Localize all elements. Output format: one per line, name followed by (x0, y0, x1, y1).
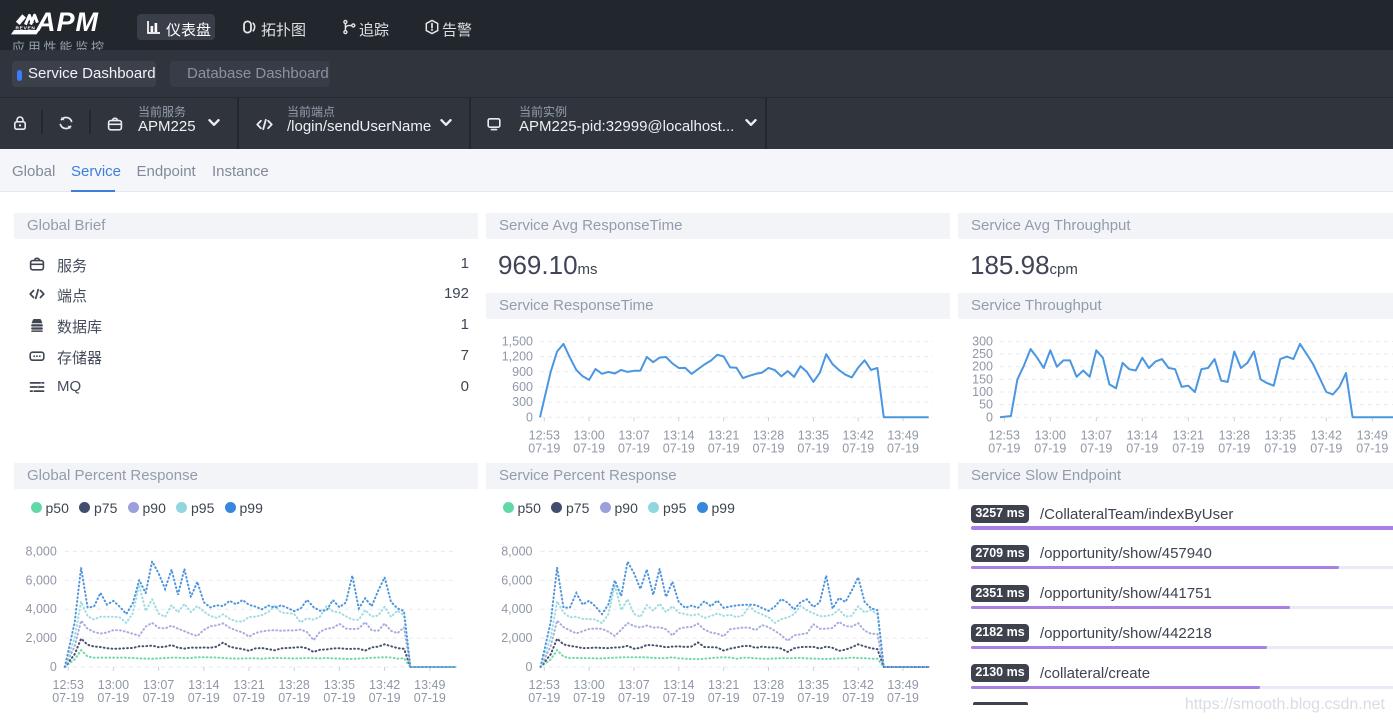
svg-text:13:14: 13:14 (663, 678, 694, 692)
svg-text:200: 200 (972, 360, 993, 374)
svg-text:300: 300 (512, 395, 533, 409)
svg-text:07-19: 07-19 (708, 441, 740, 455)
svg-text:50: 50 (979, 398, 993, 412)
svg-text:6,000: 6,000 (26, 573, 57, 587)
svg-text:07-19: 07-19 (369, 691, 401, 705)
svg-text:07-19: 07-19 (988, 441, 1020, 455)
svg-text:07-19: 07-19 (753, 691, 785, 705)
svg-text:100: 100 (972, 385, 993, 399)
svg-text:07-19: 07-19 (1264, 441, 1296, 455)
svg-text:07-19: 07-19 (1034, 441, 1066, 455)
svg-text:150: 150 (972, 372, 993, 386)
svg-text:4,000: 4,000 (501, 602, 532, 616)
svg-text:07-19: 07-19 (1126, 441, 1158, 455)
svg-text:13:07: 13:07 (618, 678, 649, 692)
svg-text:13:07: 13:07 (1081, 428, 1112, 442)
svg-text:900: 900 (512, 365, 533, 379)
svg-text:13:00: 13:00 (1035, 428, 1066, 442)
svg-text:250: 250 (972, 347, 993, 361)
svg-text:07-19: 07-19 (708, 691, 740, 705)
svg-text:07-19: 07-19 (1356, 441, 1388, 455)
svg-text:13:21: 13:21 (708, 428, 739, 442)
svg-text:13:07: 13:07 (618, 428, 649, 442)
svg-text:07-19: 07-19 (233, 691, 265, 705)
svg-text:07-19: 07-19 (528, 441, 560, 455)
svg-text:13:00: 13:00 (573, 678, 604, 692)
svg-text:07-19: 07-19 (663, 441, 695, 455)
svg-text:13:35: 13:35 (798, 428, 829, 442)
svg-text:13:28: 13:28 (753, 428, 784, 442)
svg-text:13:14: 13:14 (1127, 428, 1158, 442)
svg-text:07-19: 07-19 (1080, 441, 1112, 455)
svg-text:13:28: 13:28 (1219, 428, 1250, 442)
svg-text:07-19: 07-19 (887, 441, 919, 455)
svg-text:13:49: 13:49 (1357, 428, 1388, 442)
svg-text:07-19: 07-19 (573, 691, 605, 705)
svg-text:07-19: 07-19 (528, 691, 560, 705)
svg-text:07-19: 07-19 (797, 441, 829, 455)
svg-text:13:21: 13:21 (1173, 428, 1204, 442)
svg-text:07-19: 07-19 (797, 691, 829, 705)
svg-text:0: 0 (526, 410, 533, 424)
svg-text:13:07: 13:07 (143, 678, 174, 692)
svg-text:07-19: 07-19 (323, 691, 355, 705)
svg-text:13:35: 13:35 (1265, 428, 1296, 442)
svg-text:300: 300 (972, 334, 993, 348)
svg-text:13:35: 13:35 (324, 678, 355, 692)
svg-text:07-19: 07-19 (52, 691, 84, 705)
svg-text:13:42: 13:42 (843, 428, 874, 442)
svg-text:0: 0 (50, 660, 57, 674)
svg-text:8,000: 8,000 (26, 544, 57, 558)
svg-text:6,000: 6,000 (501, 573, 532, 587)
svg-text:12:53: 12:53 (529, 678, 560, 692)
svg-text:07-19: 07-19 (887, 691, 919, 705)
svg-text:13:00: 13:00 (98, 678, 129, 692)
svg-text:13:35: 13:35 (798, 678, 829, 692)
svg-text:07-19: 07-19 (414, 691, 446, 705)
svg-text:13:42: 13:42 (1311, 428, 1342, 442)
svg-text:07-19: 07-19 (842, 441, 874, 455)
svg-text:07-19: 07-19 (663, 691, 695, 705)
svg-text:13:21: 13:21 (708, 678, 739, 692)
svg-text:13:49: 13:49 (887, 428, 918, 442)
svg-text:07-19: 07-19 (618, 441, 650, 455)
svg-text:1,200: 1,200 (502, 350, 533, 364)
svg-text:13:42: 13:42 (843, 678, 874, 692)
svg-text:07-19: 07-19 (1310, 441, 1342, 455)
svg-text:13:21: 13:21 (233, 678, 264, 692)
svg-text:2,000: 2,000 (26, 631, 57, 645)
svg-text:13:49: 13:49 (414, 678, 445, 692)
svg-text:0: 0 (986, 410, 993, 424)
svg-text:12:53: 12:53 (529, 428, 560, 442)
svg-text:07-19: 07-19 (1172, 441, 1204, 455)
svg-text:13:28: 13:28 (753, 678, 784, 692)
svg-text:12:53: 12:53 (53, 678, 84, 692)
svg-text:13:14: 13:14 (663, 428, 694, 442)
svg-text:07-19: 07-19 (842, 691, 874, 705)
svg-text:07-19: 07-19 (753, 441, 785, 455)
svg-text:13:00: 13:00 (573, 428, 604, 442)
svg-text:13:14: 13:14 (188, 678, 219, 692)
svg-text:07-19: 07-19 (278, 691, 310, 705)
svg-text:13:28: 13:28 (279, 678, 310, 692)
svg-text:07-19: 07-19 (573, 441, 605, 455)
svg-text:4,000: 4,000 (26, 602, 57, 616)
svg-text:2,000: 2,000 (501, 631, 532, 645)
svg-text:8,000: 8,000 (501, 544, 532, 558)
svg-text:600: 600 (512, 380, 533, 394)
svg-text:12:53: 12:53 (989, 428, 1020, 442)
svg-text:07-19: 07-19 (97, 691, 129, 705)
svg-text:1,500: 1,500 (502, 334, 533, 348)
svg-text:13:42: 13:42 (369, 678, 400, 692)
svg-text:07-19: 07-19 (143, 691, 175, 705)
svg-text:07-19: 07-19 (188, 691, 220, 705)
svg-text:07-19: 07-19 (618, 691, 650, 705)
svg-text:0: 0 (526, 660, 533, 674)
svg-text:13:49: 13:49 (887, 678, 918, 692)
svg-text:07-19: 07-19 (1218, 441, 1250, 455)
